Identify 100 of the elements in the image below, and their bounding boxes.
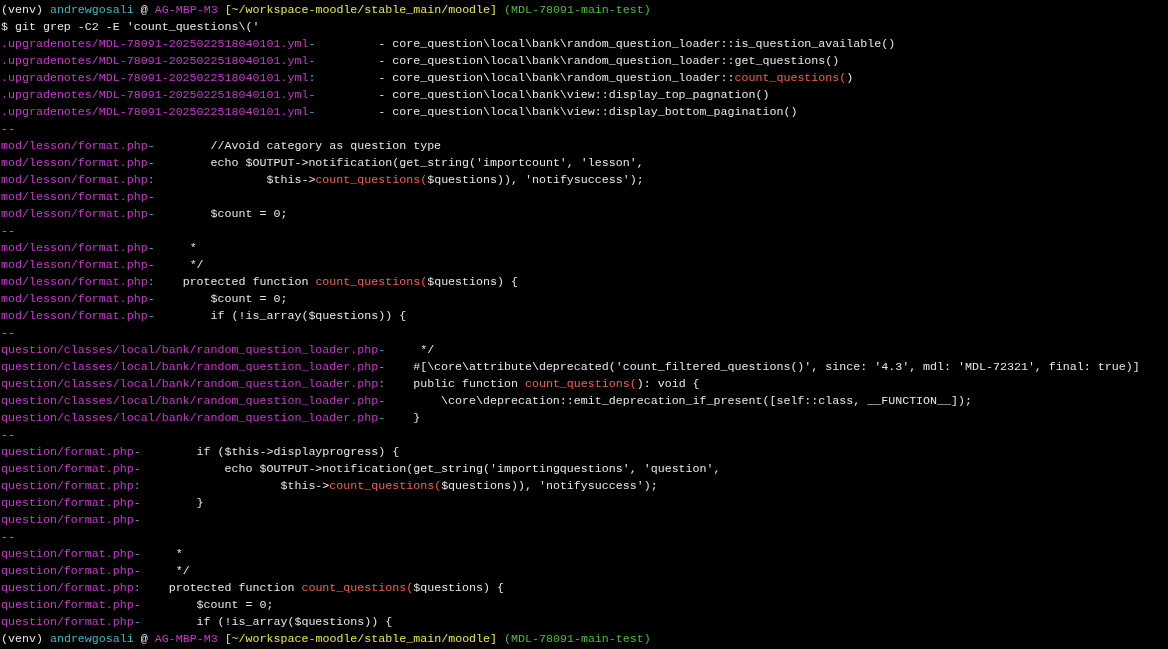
file-path: question/format.php [1, 479, 134, 492]
user-name: andrewgosali [49, 632, 134, 645]
line-separator: - [308, 88, 316, 101]
line-separator: - [133, 445, 141, 458]
file-path: question/classes/local/bank/random_question_loader.php [1, 343, 379, 356]
file-path: .upgradenotes/MDL-78091-2025022518040101.yml [1, 54, 309, 67]
file-path: mod/lesson/format.php [1, 292, 148, 305]
file-path: .upgradenotes/MDL-78091-2025022518040101.yml [1, 37, 309, 50]
code-line: protected function count_questions($questions) { [181, 275, 518, 288]
context-break: -- [1, 224, 15, 237]
context-break: -- [1, 530, 15, 543]
code-line: $this->count_questions($questions)), 'notifysuccess'); [279, 479, 658, 492]
code-line: public function count_questions(): void { [412, 377, 700, 390]
code-line: */ [419, 343, 435, 356]
line-separator: - [133, 496, 141, 509]
line-separator: - [308, 37, 316, 50]
file-path: question/format.php [1, 598, 134, 611]
file-path: question/classes/local/bank/random_question_loader.php [1, 411, 379, 424]
working-directory: [~/workspace-moodle/stable_main/moodle] [224, 632, 498, 645]
line-separator: - [147, 139, 155, 152]
line-separator: - [147, 292, 155, 305]
line-separator: - [147, 207, 155, 220]
line-separator: : [378, 377, 386, 390]
command-text: $ git grep -C2 -E 'count_questions\(' [1, 20, 260, 33]
line-separator: - [308, 54, 316, 67]
line-separator: - [133, 615, 141, 628]
venv-label: (venv) [1, 632, 43, 645]
line-separator: - [133, 547, 141, 560]
file-path: question/format.php [1, 581, 134, 594]
line-separator: : [147, 275, 155, 288]
file-path: mod/lesson/format.php [1, 173, 148, 186]
line-separator: - [133, 462, 141, 475]
file-path: .upgradenotes/MDL-78091-2025022518040101.yml [1, 71, 309, 84]
code-line: echo $OUTPUT->notification(get_string('importingquestions', 'question', [223, 462, 721, 475]
at-sign: @ [140, 632, 148, 645]
code-line: * [188, 241, 197, 254]
line-separator: - [147, 156, 155, 169]
code-line: $this->count_questions($questions)), 'notifysuccess'); [265, 173, 644, 186]
file-path: mod/lesson/format.php [1, 156, 148, 169]
file-path: question/format.php [1, 445, 134, 458]
code-line: if ($this->displayprogress) { [195, 445, 400, 458]
file-path: question/classes/local/bank/random_question_loader.php [1, 394, 379, 407]
line-separator: - [147, 309, 155, 322]
code-line: - core_question\local\bank\random_question_loader::get_questions() [377, 54, 840, 67]
code-line: - core_question\local\bank\view::display_top_pagnation() [377, 88, 770, 101]
file-path: mod/lesson/format.php [1, 207, 148, 220]
line-separator: - [378, 394, 386, 407]
code-line: } [195, 496, 204, 509]
line-separator: - [308, 105, 316, 118]
code-line: #[\core\attribute\deprecated('count_filtered_questions()', since: '4.3', mdl: 'MDL-72321', final: true)] [412, 360, 1140, 373]
code-line: $count = 0; [209, 292, 288, 305]
file-path: question/classes/local/bank/random_question_loader.php [1, 360, 379, 373]
code-line: } [412, 411, 421, 424]
git-branch: (MDL-78091-main-test) [504, 632, 651, 645]
code-line: //Avoid category as question type [209, 139, 442, 152]
code-line: if (!is_array($questions)) { [209, 309, 407, 322]
line-separator: : [133, 581, 141, 594]
line-separator: : [147, 173, 155, 186]
at-sign: @ [140, 3, 148, 16]
file-path: question/classes/local/bank/random_question_loader.php [1, 377, 379, 390]
file-path: mod/lesson/format.php [1, 139, 148, 152]
file-path: question/format.php [1, 496, 134, 509]
git-branch: (MDL-78091-main-test) [504, 3, 651, 16]
file-path: question/format.php [1, 462, 134, 475]
line-separator: - [133, 598, 141, 611]
working-directory: [~/workspace-moodle/stable_main/moodle] [224, 3, 498, 16]
file-path: mod/lesson/format.php [1, 309, 148, 322]
context-break: -- [1, 122, 15, 135]
code-line: if (!is_array($questions)) { [195, 615, 393, 628]
code-line: $count = 0; [195, 598, 274, 611]
host-name: AG-MBP-M3 [154, 3, 218, 16]
file-path: mod/lesson/format.php [1, 275, 148, 288]
code-line: * [174, 547, 183, 560]
line-separator: - [133, 564, 141, 577]
file-path: .upgradenotes/MDL-78091-2025022518040101.yml [1, 88, 309, 101]
context-break: -- [1, 326, 15, 339]
line-separator: - [378, 360, 386, 373]
file-path: question/format.php [1, 513, 134, 526]
venv-label: (venv) [1, 3, 43, 16]
file-path: mod/lesson/format.php [1, 258, 148, 271]
file-path: .upgradenotes/MDL-78091-2025022518040101.yml [1, 105, 309, 118]
line-separator: : [133, 479, 141, 492]
line-separator: - [133, 513, 141, 526]
code-line: echo $OUTPUT->notification(get_string('importcount', 'lesson', [209, 156, 644, 169]
code-line: - core_question\local\bank\random_question_loader::is_question_available() [377, 37, 896, 50]
line-separator: : [308, 71, 316, 84]
code-line: */ [188, 258, 204, 271]
file-path: mod/lesson/format.php [1, 241, 148, 254]
code-line: protected function count_questions($questions) { [167, 581, 504, 594]
code-line: */ [174, 564, 190, 577]
file-path: question/format.php [1, 547, 134, 560]
line-separator: - [147, 190, 155, 203]
file-path: mod/lesson/format.php [1, 190, 148, 203]
context-break: -- [1, 428, 15, 441]
code-line: $count = 0; [209, 207, 288, 220]
code-line: \core\deprecation::emit_deprecation_if_present([self::class, __FUNCTION__]); [440, 394, 972, 407]
line-separator: - [378, 343, 386, 356]
file-path: question/format.php [1, 615, 134, 628]
code-line: - core_question\local\bank\view::display_bottom_pagination() [377, 105, 798, 118]
code-line: - core_question\local\bank\random_question_loader::count_questions() [377, 71, 854, 84]
